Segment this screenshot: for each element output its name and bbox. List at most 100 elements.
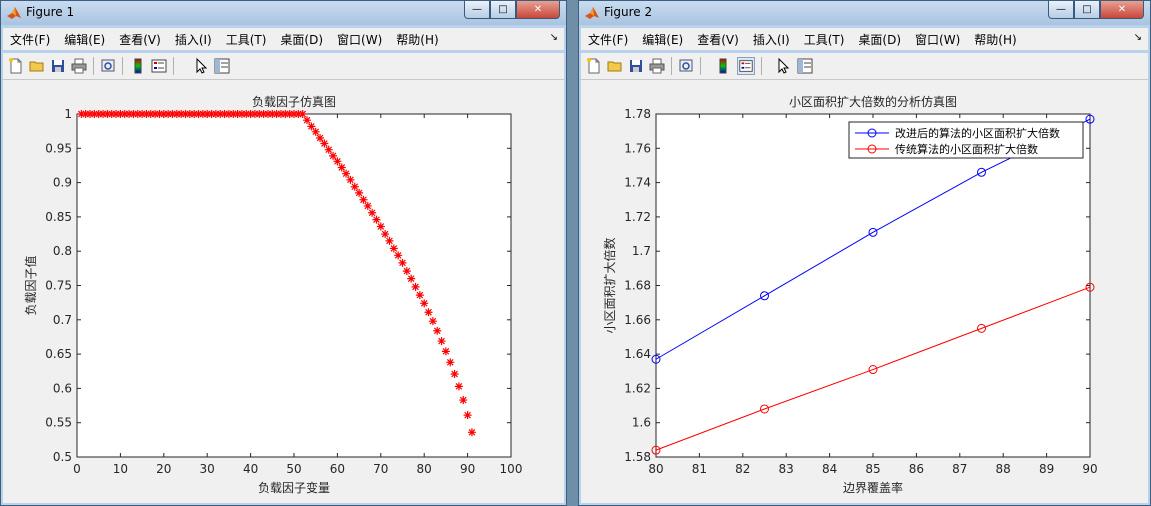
menu-view[interactable]: 查看(V) bbox=[690, 31, 746, 48]
y-tick-label: 1.62 bbox=[624, 381, 651, 395]
data-point bbox=[372, 215, 381, 224]
y-tick-label: 0.5 bbox=[53, 450, 72, 464]
menu-tools[interactable]: 工具(T) bbox=[797, 31, 852, 48]
menu-file[interactable]: 文件(F) bbox=[3, 31, 57, 48]
property-editor-icon[interactable] bbox=[796, 57, 814, 75]
menu-insert[interactable]: 插入(I) bbox=[746, 31, 797, 48]
load-factor-chart: 0 10 20 30 40 50 60 70 80 90 100 0.5 0.55 0.6 0.65 0.7 0… bbox=[23, 95, 522, 495]
minimize-button[interactable]: — bbox=[1048, 1, 1074, 19]
legend-label: 传统算法的小区面积扩大倍数 bbox=[895, 142, 1038, 156]
data-point bbox=[463, 411, 472, 420]
colorbar-icon[interactable] bbox=[129, 57, 147, 75]
x-tick-label: 89 bbox=[1039, 462, 1054, 476]
save-icon[interactable] bbox=[49, 57, 67, 75]
menu-edit[interactable]: 编辑(E) bbox=[57, 31, 112, 48]
menu-window[interactable]: 窗口(W) bbox=[330, 31, 389, 48]
data-point bbox=[381, 230, 390, 239]
close-button[interactable]: ✕ bbox=[1100, 1, 1144, 19]
maximize-button[interactable]: □ bbox=[490, 1, 516, 19]
menu-help[interactable]: 帮助(H) bbox=[967, 31, 1023, 48]
open-folder-icon[interactable] bbox=[28, 57, 46, 75]
data-point bbox=[394, 251, 403, 260]
x-tick-label: 86 bbox=[909, 462, 924, 476]
data-point bbox=[415, 291, 424, 300]
menu-overflow-icon[interactable]: ↘ bbox=[550, 32, 558, 43]
window-title: Figure 1 bbox=[26, 5, 75, 19]
x-tick-label: 40 bbox=[243, 462, 258, 476]
chart-title: 小区面积扩大倍数的分析仿真图 bbox=[789, 94, 957, 109]
y-tick-label: 1.7 bbox=[632, 244, 651, 258]
save-icon[interactable] bbox=[627, 57, 645, 75]
data-point bbox=[376, 222, 385, 231]
data-point bbox=[407, 274, 416, 283]
data-point bbox=[446, 358, 455, 367]
new-file-icon[interactable] bbox=[585, 57, 603, 75]
y-tick-label: 0.65 bbox=[45, 347, 72, 361]
print-icon[interactable] bbox=[648, 57, 666, 75]
data-point bbox=[424, 308, 433, 317]
data-point bbox=[385, 236, 394, 245]
menu-edit[interactable]: 编辑(E) bbox=[635, 31, 690, 48]
legend-icon[interactable] bbox=[150, 57, 168, 75]
x-tick-label: 80 bbox=[417, 462, 432, 476]
x-tick-label: 85 bbox=[865, 462, 880, 476]
open-folder-icon[interactable] bbox=[606, 57, 624, 75]
matlab-logo-icon bbox=[7, 7, 21, 19]
print-preview-icon[interactable] bbox=[677, 57, 695, 75]
x-tick-label: 81 bbox=[692, 462, 707, 476]
pointer-icon[interactable] bbox=[192, 57, 210, 75]
data-point bbox=[450, 369, 459, 378]
close-button[interactable]: ✕ bbox=[516, 1, 560, 19]
property-editor-icon[interactable] bbox=[213, 57, 231, 75]
window-title: Figure 2 bbox=[604, 5, 653, 19]
x-tick-label: 30 bbox=[200, 462, 215, 476]
y-tick-label: 0.85 bbox=[45, 210, 72, 224]
menu-overflow-icon[interactable]: ↘ bbox=[1134, 32, 1142, 43]
pointer-icon[interactable] bbox=[774, 57, 792, 75]
data-point bbox=[324, 145, 333, 154]
figure-canvas: 80 81 82 83 84 85 86 87 88 89 90 1.58 1.6 1.62 1.64 1.6… bbox=[581, 80, 1148, 503]
y-tick-label: 1.74 bbox=[624, 176, 651, 190]
y-tick-label: 1.6 bbox=[632, 416, 651, 430]
data-point bbox=[428, 317, 437, 326]
minimize-button[interactable]: — bbox=[464, 1, 490, 19]
figure-canvas: 0 10 20 30 40 50 60 70 80 90 100 0.5 0.55 0.6 0.65 0.7 0… bbox=[3, 80, 564, 503]
data-point bbox=[350, 182, 359, 191]
x-tick-label: 82 bbox=[735, 462, 750, 476]
menu-window[interactable]: 窗口(W) bbox=[908, 31, 967, 48]
data-point bbox=[307, 122, 316, 131]
print-icon[interactable] bbox=[70, 57, 88, 75]
menu-file[interactable]: 文件(F) bbox=[581, 31, 635, 48]
title-bar[interactable]: Figure 1 — □ ✕ bbox=[1, 1, 566, 25]
x-tick-label: 80 bbox=[648, 462, 663, 476]
y-tick-label: 1.68 bbox=[624, 279, 651, 293]
y-tick-label: 1.64 bbox=[624, 347, 651, 361]
print-preview-icon[interactable] bbox=[99, 57, 117, 75]
new-file-icon[interactable] bbox=[7, 57, 25, 75]
y-axis-label: 负载因子值 bbox=[23, 255, 38, 315]
title-bar[interactable]: Figure 2 — □ ✕ bbox=[579, 1, 1150, 25]
y-tick-label: 0.7 bbox=[53, 313, 72, 327]
x-tick-label: 84 bbox=[822, 462, 837, 476]
legend-icon[interactable] bbox=[737, 57, 755, 75]
x-tick-label: 50 bbox=[286, 462, 301, 476]
matlab-logo-icon bbox=[585, 7, 599, 19]
x-tick-label: 90 bbox=[460, 462, 475, 476]
colorbar-icon[interactable] bbox=[714, 57, 732, 75]
maximize-button[interactable]: □ bbox=[1074, 1, 1100, 19]
menu-tools[interactable]: 工具(T) bbox=[219, 31, 274, 48]
menu-view[interactable]: 查看(V) bbox=[112, 31, 168, 48]
menu-desktop[interactable]: 桌面(D) bbox=[851, 31, 908, 48]
data-point bbox=[333, 157, 342, 166]
y-tick-label: 0.75 bbox=[45, 279, 72, 293]
x-tick-label: 20 bbox=[156, 462, 171, 476]
x-tick-label: 10 bbox=[113, 462, 128, 476]
menu-help[interactable]: 帮助(H) bbox=[389, 31, 445, 48]
data-point bbox=[311, 127, 320, 136]
y-tick-label: 1.72 bbox=[624, 210, 651, 224]
menu-desktop[interactable]: 桌面(D) bbox=[273, 31, 330, 48]
menu-insert[interactable]: 插入(I) bbox=[168, 31, 219, 48]
y-tick-label: 1.76 bbox=[624, 141, 651, 155]
figure-2-window: Figure 2 — □ ✕ 文件(F) 编辑(E) 查看(V) 插入(I) 工… bbox=[578, 0, 1151, 506]
data-point bbox=[342, 169, 351, 178]
